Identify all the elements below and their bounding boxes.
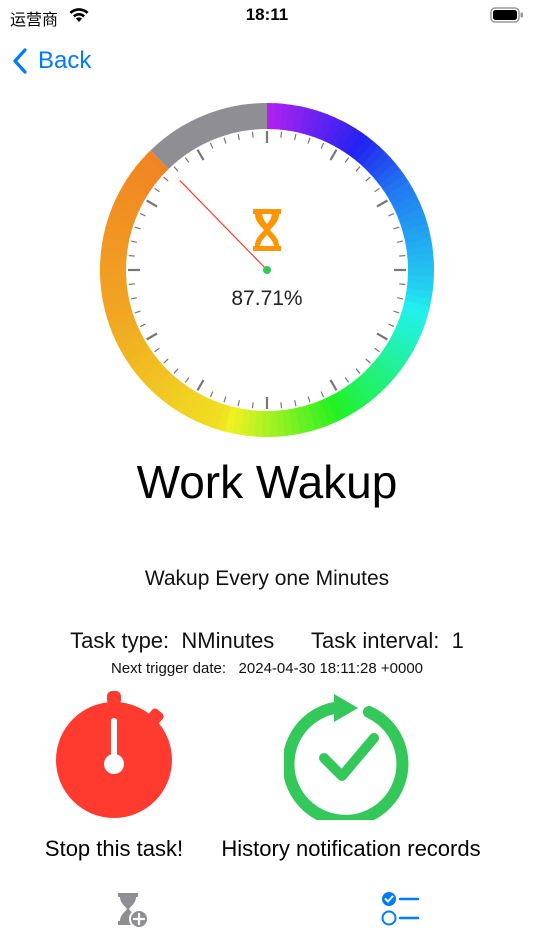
minor-tick (320, 142, 325, 149)
minor-tick (280, 131, 283, 138)
minor-tick (393, 226, 400, 230)
minor-tick (374, 187, 380, 193)
major-tick (196, 149, 205, 161)
hourglass-add-icon[interactable] (112, 890, 150, 930)
minor-tick (307, 137, 311, 144)
status-bar: 运营商 18:11 (0, 0, 534, 34)
history-records-button[interactable]: History notification records (200, 836, 502, 862)
minor-tick (399, 254, 406, 257)
dial-hand (179, 180, 268, 271)
major-tick (146, 332, 158, 341)
next-trigger-value: 2024-04-30 18:11:28 +0000 (238, 660, 424, 677)
checklist-icon[interactable] (380, 890, 420, 928)
tab-bar (0, 870, 534, 950)
history-check-icon[interactable] (284, 688, 416, 820)
back-button[interactable]: Back (12, 46, 91, 76)
minor-tick (184, 157, 190, 163)
next-trigger-row: Next trigger date: 2024-04-30 18:11:28 +… (0, 660, 534, 677)
minor-tick (209, 142, 214, 149)
minor-tick (388, 323, 395, 328)
minor-tick (374, 347, 380, 353)
minor-tick (365, 358, 371, 364)
minor-tick (365, 176, 371, 182)
remaining-arc (150, 103, 268, 170)
minor-tick (399, 283, 406, 286)
task-description: Wakup Every one Minutes (144, 567, 390, 590)
major-tick (376, 332, 388, 341)
major-tick (376, 199, 388, 208)
minor-tick (223, 396, 227, 403)
minor-tick (355, 368, 361, 374)
battery-icon (490, 7, 523, 23)
progress-percent: 87.71% (231, 287, 303, 310)
minor-tick (393, 310, 400, 314)
minor-tick (154, 187, 160, 193)
center-dot (263, 266, 271, 274)
minor-tick (134, 226, 141, 230)
back-label: Back (38, 47, 92, 74)
minor-tick (344, 157, 350, 163)
minor-tick (320, 391, 325, 398)
minor-tick (355, 166, 361, 172)
progress-dial (100, 103, 434, 437)
minor-tick (130, 240, 138, 243)
minor-tick (251, 131, 254, 138)
minor-tick (173, 368, 179, 374)
minor-tick (128, 254, 135, 257)
minor-tick (128, 283, 135, 286)
minor-tick (237, 133, 240, 141)
minor-tick (184, 377, 190, 383)
stopwatch-icon[interactable] (49, 688, 179, 818)
minor-tick (163, 176, 169, 182)
status-time: 18:11 (245, 5, 289, 24)
major-tick (196, 379, 205, 391)
minor-tick (163, 358, 169, 364)
task-info-row: Task type: NMinutes Task interval: 1 (0, 628, 534, 654)
task-interval-label: Task interval: (311, 628, 440, 653)
minor-tick (154, 347, 160, 353)
task-type-value: NMinutes (181, 628, 275, 653)
task-interval-value: 1 (451, 628, 464, 653)
minor-tick (344, 377, 350, 383)
minor-tick (139, 212, 146, 217)
minor-tick (294, 133, 297, 141)
hourglass-icon (253, 209, 281, 251)
stop-task-button[interactable]: Stop this task! (26, 836, 202, 862)
major-tick (329, 379, 338, 391)
progress-ring (100, 103, 434, 437)
minor-tick (134, 310, 141, 314)
minor-tick (396, 240, 404, 243)
minor-tick (237, 399, 240, 407)
minor-tick (223, 137, 227, 144)
next-trigger-label: Next trigger date: (110, 660, 227, 677)
major-tick (329, 149, 338, 161)
task-title: Work Wakup (136, 456, 398, 508)
progress-ring-segment (145, 150, 169, 174)
minor-tick (388, 212, 395, 217)
minor-tick (280, 402, 283, 409)
major-tick (146, 199, 158, 208)
minor-tick (294, 399, 297, 407)
minor-tick (307, 396, 311, 403)
task-type-label: Task type: (70, 628, 170, 653)
chevron-left-icon (13, 48, 27, 74)
minor-tick (173, 166, 179, 172)
minor-tick (139, 323, 146, 328)
minor-tick (209, 391, 214, 398)
minor-tick (251, 402, 254, 409)
navigation-bar: Back (0, 40, 534, 84)
